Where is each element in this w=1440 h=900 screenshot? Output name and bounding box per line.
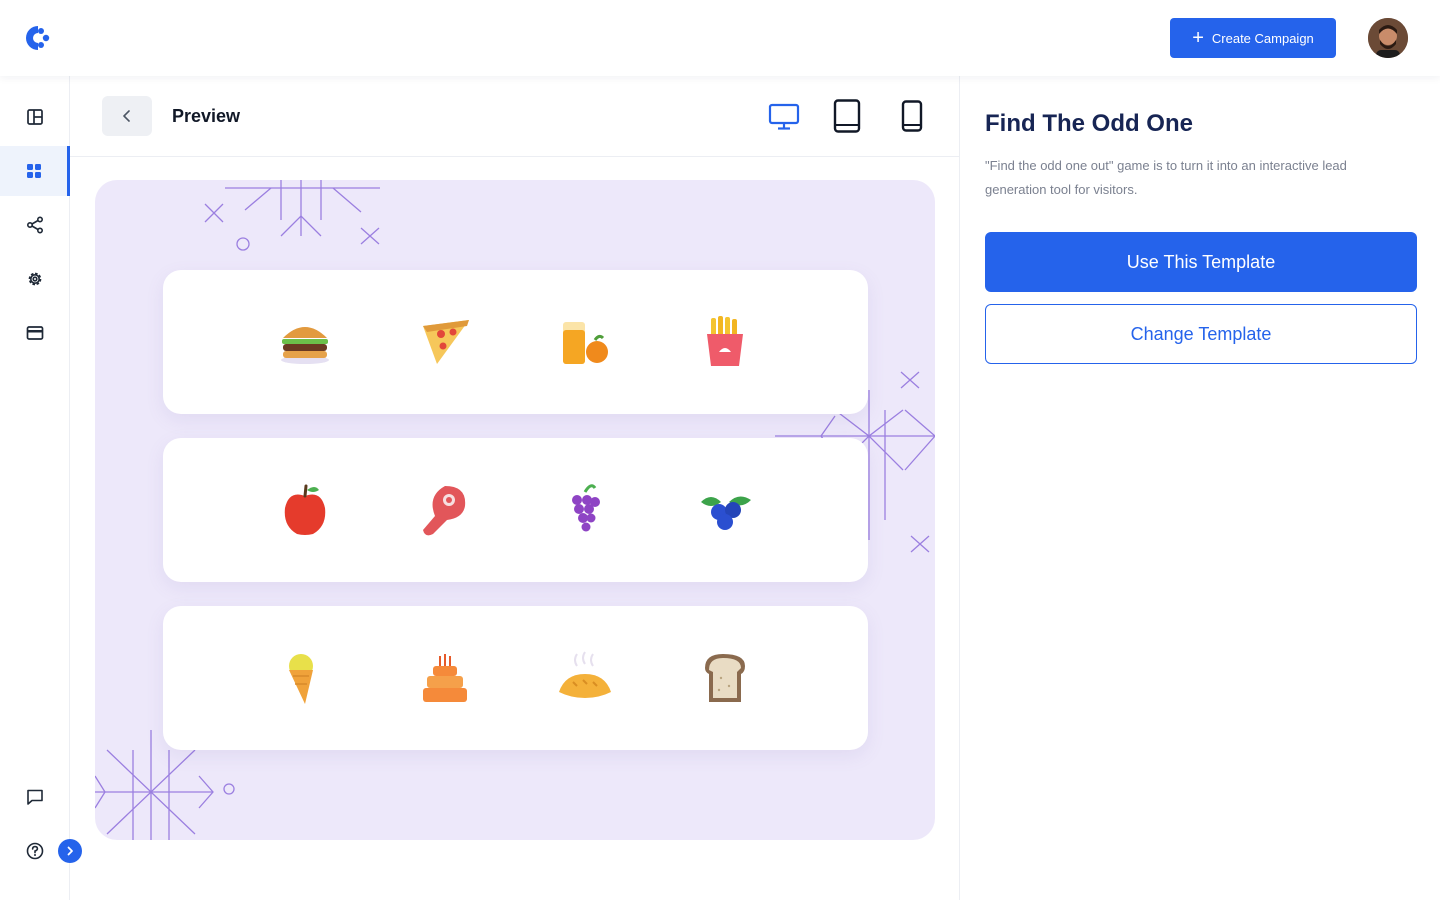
credit-card-icon bbox=[26, 326, 44, 340]
fries-icon[interactable] bbox=[695, 312, 755, 372]
chevron-right-icon bbox=[67, 846, 73, 856]
food-row-1 bbox=[163, 270, 868, 414]
share-icon bbox=[26, 216, 44, 234]
page-title: Preview bbox=[172, 106, 241, 126]
sidebar-item-settings[interactable] bbox=[0, 254, 70, 304]
expand-sidebar-button[interactable] bbox=[58, 839, 82, 863]
layout-icon bbox=[27, 109, 43, 125]
grapes-icon[interactable] bbox=[555, 480, 615, 540]
grid-icon bbox=[26, 164, 41, 178]
sidebar-item-billing[interactable] bbox=[0, 308, 70, 358]
device-desktop-button[interactable] bbox=[766, 98, 802, 134]
brand-logo-icon[interactable] bbox=[18, 22, 54, 54]
food-row-2 bbox=[163, 438, 868, 582]
bread-loaf-icon[interactable] bbox=[555, 648, 615, 708]
desktop-icon bbox=[768, 103, 800, 130]
preview-canvas bbox=[95, 180, 935, 840]
orange-juice-icon[interactable] bbox=[555, 312, 615, 372]
left-sidebar bbox=[0, 76, 82, 900]
template-title: Find The Odd One bbox=[985, 110, 1193, 137]
device-mobile-button[interactable] bbox=[894, 98, 930, 134]
sidebar-item-share[interactable] bbox=[0, 200, 70, 250]
template-details-panel: Find The Odd One "Find the odd one out" … bbox=[959, 76, 1440, 900]
steak-icon[interactable] bbox=[415, 480, 475, 540]
chevron-left-icon bbox=[123, 110, 130, 122]
sidebar-item-chat[interactable] bbox=[0, 772, 70, 822]
settings-icon bbox=[28, 272, 42, 286]
use-template-button[interactable]: Use This Template bbox=[985, 232, 1417, 292]
ice-cream-icon[interactable] bbox=[275, 648, 335, 708]
chat-icon bbox=[27, 789, 43, 805]
toast-icon[interactable] bbox=[695, 648, 755, 708]
template-description: "Find the odd one out" game is to turn i… bbox=[985, 158, 1347, 197]
cake-icon[interactable] bbox=[415, 648, 475, 708]
help-icon bbox=[26, 842, 44, 860]
tablet-icon bbox=[833, 99, 861, 133]
mobile-icon bbox=[901, 100, 923, 132]
create-campaign-label: Create Campaign bbox=[1211, 30, 1314, 46]
blueberries-icon[interactable] bbox=[695, 480, 755, 540]
pizza-icon[interactable] bbox=[415, 312, 475, 372]
plus-icon: + bbox=[1192, 27, 1204, 49]
change-template-button[interactable]: Change Template bbox=[985, 304, 1417, 364]
sidebar-item-layout[interactable] bbox=[0, 92, 70, 142]
back-button[interactable] bbox=[102, 96, 152, 136]
apple-icon[interactable] bbox=[275, 480, 335, 540]
device-tablet-button[interactable] bbox=[829, 98, 865, 134]
create-campaign-button[interactable]: + Create Campaign bbox=[1170, 18, 1336, 58]
preview-header: Preview bbox=[70, 76, 959, 157]
user-avatar[interactable] bbox=[1368, 18, 1408, 58]
sidebar-item-grid[interactable] bbox=[0, 146, 70, 196]
burger-icon[interactable] bbox=[275, 312, 335, 372]
food-row-3 bbox=[163, 606, 868, 750]
top-bar: + Create Campaign bbox=[0, 0, 1440, 76]
